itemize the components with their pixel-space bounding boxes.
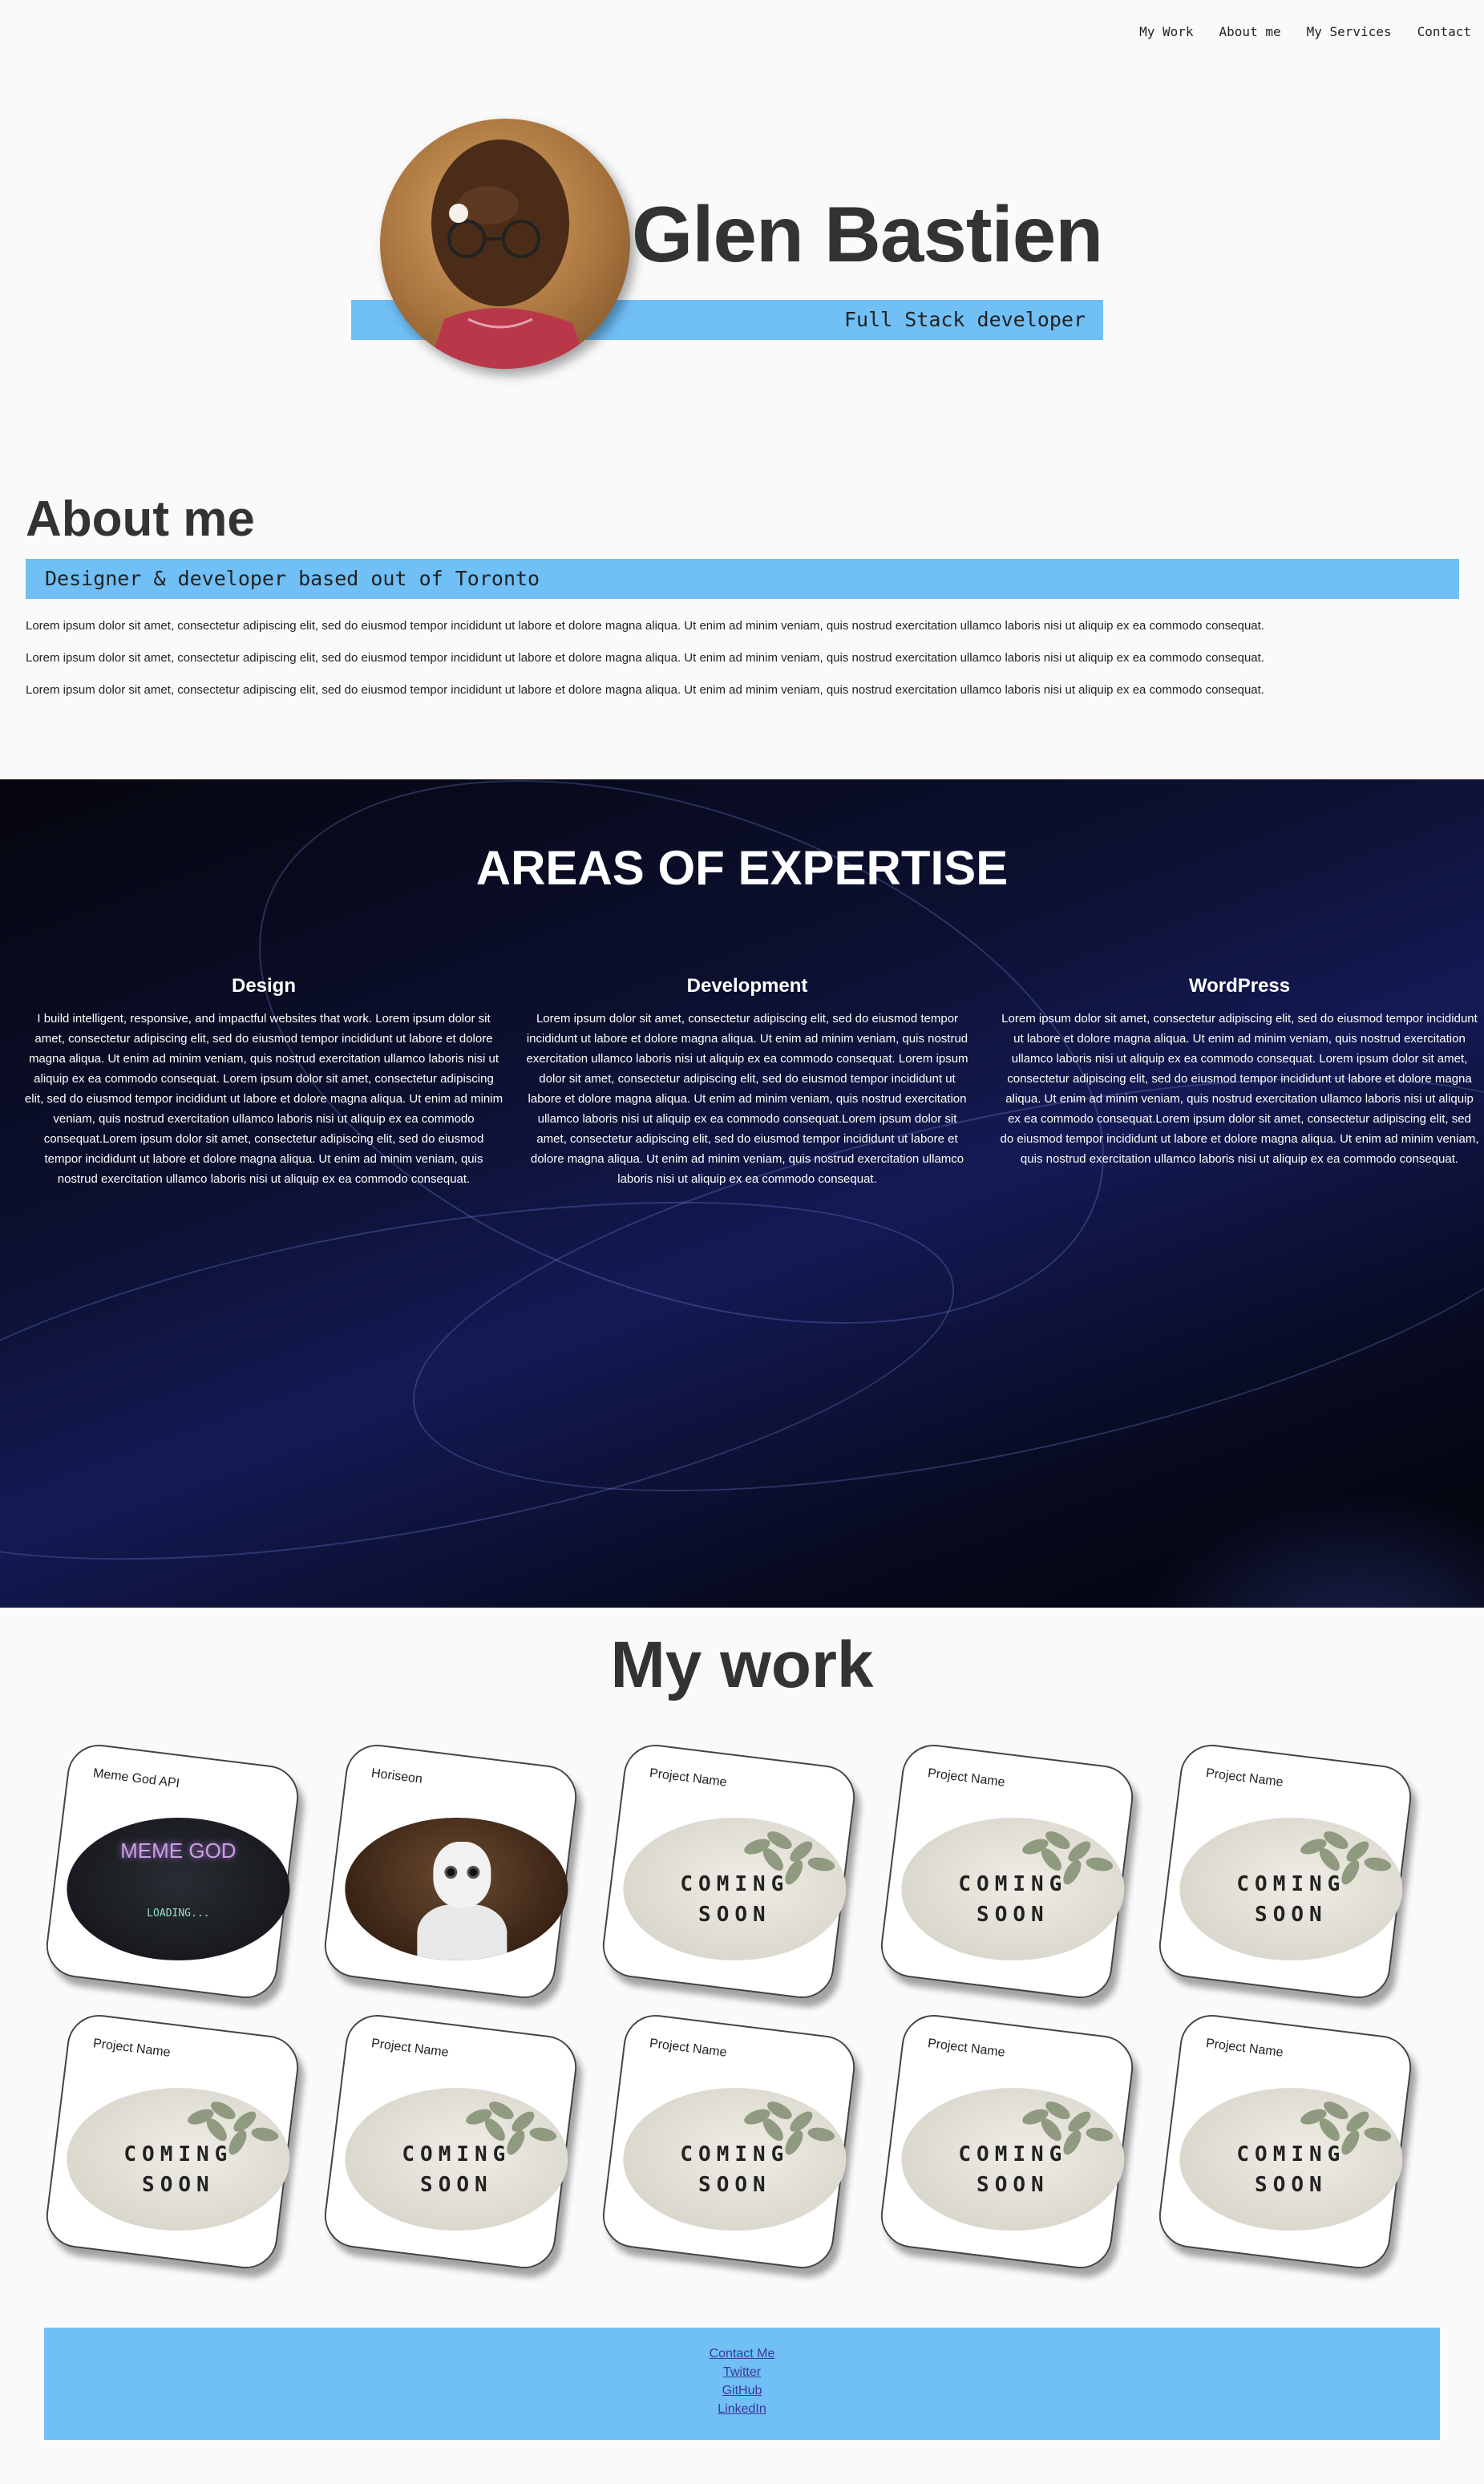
hero: Full Stack developer Glen Bastien [351,119,1105,369]
coming-soon-text: COMING SOON [1179,1869,1402,1930]
coming-soon-text: COMING SOON [901,2139,1124,2200]
coming-soon-line: COMING [680,1872,790,1897]
expertise-section: AREAS OF EXPERTISE Design I build intell… [0,779,1484,1608]
work-title: My work [610,1628,874,1701]
profile-photo [428,140,588,369]
project-card[interactable]: Project Name COMING SOON [877,1741,1137,2002]
coming-soon-line: COMING [1236,1872,1346,1897]
project-name: Project Name [649,2037,728,2060]
coming-soon-line: SOON [977,1903,1049,1928]
nav-about-me[interactable]: About me [1219,24,1281,39]
project-thumbnail [345,1818,568,1961]
about-paragraph: Lorem ipsum dolor sit amet, consectetur … [26,619,1264,633]
expertise-column-design: Design I build intelligent, responsive, … [24,975,503,1189]
coming-soon-line: SOON [1255,1903,1328,1928]
coming-soon-line: COMING [123,2142,233,2167]
project-name: Project Name [92,2037,172,2060]
coming-soon-line: COMING [680,2142,790,2167]
expertise-column-wordpress: WordPress Lorem ipsum dolor sit amet, co… [1000,975,1479,1169]
project-name: Project Name [649,1766,728,1790]
robot-eye [444,1866,458,1879]
project-grid: Meme God API MEME GOD LOADING... Horiseon Pr… [42,1741,1435,2272]
top-nav: My Work About me My Services Contact [1139,24,1471,39]
project-card[interactable]: Project Name COMING SOON [599,2011,859,2272]
about-paragraph: Lorem ipsum dolor sit amet, consectetur … [26,683,1264,697]
expertise-heading: Design [231,975,296,997]
project-thumbnail: COMING SOON [623,1818,847,1961]
project-thumbnail: COMING SOON [67,2088,290,2231]
project-card[interactable]: Meme God API MEME GOD LOADING... [42,1741,302,2002]
expertise-heading: WordPress [1188,975,1291,997]
expertise-text: I build intelligent, responsive, and imp… [24,1012,503,1186]
coming-soon-line: SOON [698,1903,771,1928]
avatar [380,119,630,369]
coming-soon-text: COMING SOON [67,2139,289,2200]
project-card[interactable]: Project Name COMING SOON [877,2011,1137,2272]
project-card[interactable]: Project Name COMING SOON [599,1741,859,2002]
about-tagline: Designer & developer based out of Toront… [26,559,1459,599]
coming-soon-line: COMING [958,2142,1068,2167]
nav-contact[interactable]: Contact [1417,24,1471,39]
project-card[interactable]: Project Name COMING SOON [42,2011,302,2272]
project-thumbnail: COMING SOON [1179,1818,1403,1961]
project-thumbnail: COMING SOON [901,2088,1125,2231]
hero-subtitle: Full Stack developer [843,308,1086,331]
coming-soon-text: COMING SOON [623,2139,846,2200]
project-name: Project Name [1205,2037,1284,2060]
nav-my-work[interactable]: My Work [1139,24,1193,39]
project-thumbnail: COMING SOON [1179,2088,1403,2231]
about-section: About me Designer & developer based out … [26,491,1459,697]
project-name: Project Name [927,1766,1006,1790]
project-card[interactable]: Project Name COMING SOON [1155,2011,1415,2272]
meme-god-logo: MEME GOD [120,1839,237,1863]
coming-soon-text: COMING SOON [1179,2139,1402,2200]
project-name: Project Name [370,2037,450,2060]
footer: Contact Me Twitter GitHub LinkedIn [44,2328,1440,2440]
expertise-title: AREAS OF EXPERTISE [475,841,1009,895]
coming-soon-text: COMING SOON [623,1869,846,1930]
coming-soon-text: COMING SOON [345,2139,568,2200]
coming-soon-line: SOON [420,2173,493,2198]
coming-soon-line: SOON [1255,2173,1328,2198]
project-thumbnail: COMING SOON [901,1818,1125,1961]
project-name: Meme God API [92,1766,180,1791]
about-paragraph: Lorem ipsum dolor sit amet, consectetur … [26,651,1264,665]
loading-text: LOADING... [147,1908,210,1920]
project-name: Horiseon [370,1766,423,1786]
expertise-text: Lorem ipsum dolor sit amet, consectetur … [526,1012,968,1186]
coming-soon-line: SOON [698,2173,771,2198]
expertise-heading: Development [686,975,808,997]
footer-github-link[interactable]: GitHub [722,2384,762,2398]
footer-linkedin-link[interactable]: LinkedIn [718,2402,766,2417]
robot-body [417,1904,507,1961]
coming-soon-line: COMING [1236,2142,1346,2167]
project-card[interactable]: Project Name COMING SOON [1155,1741,1415,2002]
robot-eye [467,1866,480,1879]
coming-soon-line: SOON [142,2173,215,2198]
footer-twitter-link[interactable]: Twitter [723,2365,761,2380]
project-thumbnail: COMING SOON [345,2088,568,2231]
coming-soon-line: COMING [402,2142,512,2167]
project-card[interactable]: Project Name COMING SOON [321,2011,580,2272]
nav-my-services[interactable]: My Services [1307,24,1392,39]
hero-name: Glen Bastien [632,190,1103,278]
robot-head [433,1842,491,1908]
expertise-text: Lorem ipsum dolor sit amet, consectetur … [1000,1012,1479,1166]
coming-soon-text: COMING SOON [901,1869,1124,1930]
coming-soon-line: COMING [958,1872,1068,1897]
project-card[interactable]: Horiseon [321,1741,580,2002]
project-name: Project Name [1205,1766,1284,1790]
about-title: About me [26,492,255,547]
coming-soon-line: SOON [977,2173,1049,2198]
footer-contact-link[interactable]: Contact Me [710,2347,775,2361]
project-thumbnail: COMING SOON [623,2088,847,2231]
expertise-column-development: Development Lorem ipsum dolor sit amet, … [523,975,972,1189]
project-thumbnail: MEME GOD LOADING... [67,1818,290,1961]
project-name: Project Name [927,2037,1006,2060]
